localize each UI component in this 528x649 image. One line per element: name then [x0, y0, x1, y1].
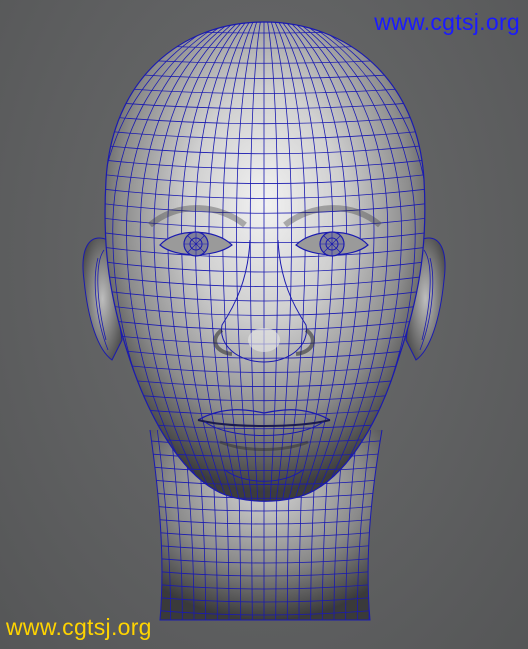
watermark-bottom: www.cgtsj.org — [6, 614, 152, 640]
head-model — [82, 21, 446, 621]
head-surface — [104, 21, 426, 502]
watermark-top: www.cgtsj.org — [374, 9, 520, 35]
maya-viewport[interactable]: www.cgtsj.org www.cgtsj.org — [0, 0, 528, 649]
